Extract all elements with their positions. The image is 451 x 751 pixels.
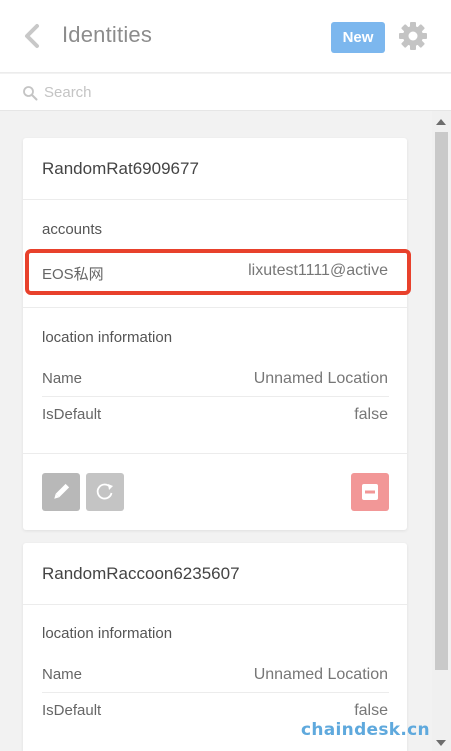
search-icon [23,86,38,101]
divider [23,199,407,200]
is-default-value: false [354,406,388,423]
is-default-label: IsDefault [42,702,102,719]
divider [42,396,389,397]
pencil-icon [54,483,70,499]
identity-card: RandomRat6909677 accounts EOS私网 lixutest… [23,138,411,530]
location-section-label: location information [42,625,173,642]
edit-button[interactable] [42,473,80,511]
search-bar [0,74,451,111]
refresh-icon [96,483,113,500]
highlight-box [25,249,411,295]
watermark: chaindesk.cn [301,720,430,740]
scroll-down-arrow-icon[interactable] [436,740,446,746]
chevron-left-icon[interactable] [20,22,44,50]
new-identity-button[interactable]: New [331,22,385,53]
identity-list: RandomRat6909677 accounts EOS私网 lixutest… [0,111,432,751]
divider [23,604,407,605]
gear-icon[interactable] [398,21,428,51]
search-input[interactable] [44,80,424,105]
identity-name: RandomRaccoon6235607 [42,564,240,583]
scrollbar[interactable] [432,111,451,751]
accounts-label: accounts [42,221,103,238]
is-default-label: IsDefault [42,406,102,423]
location-name-label: Name [42,370,83,387]
location-name-value: Unnamed Location [253,370,388,387]
page-title: Identities [62,22,153,47]
location-section-label: location information [42,329,173,346]
divider [23,307,407,308]
delete-button[interactable] [351,473,389,511]
divider [23,453,407,454]
remove-icon [362,484,378,500]
header-bar: Identities New [0,0,451,73]
refresh-button[interactable] [86,473,124,511]
scroll-thumb[interactable] [435,132,448,670]
scroll-up-arrow-icon[interactable] [436,119,446,125]
divider [42,692,389,693]
is-default-value: false [354,702,388,719]
location-name-label: Name [42,666,83,683]
location-name-value: Unnamed Location [253,666,388,683]
identity-name: RandomRat6909677 [42,159,199,178]
